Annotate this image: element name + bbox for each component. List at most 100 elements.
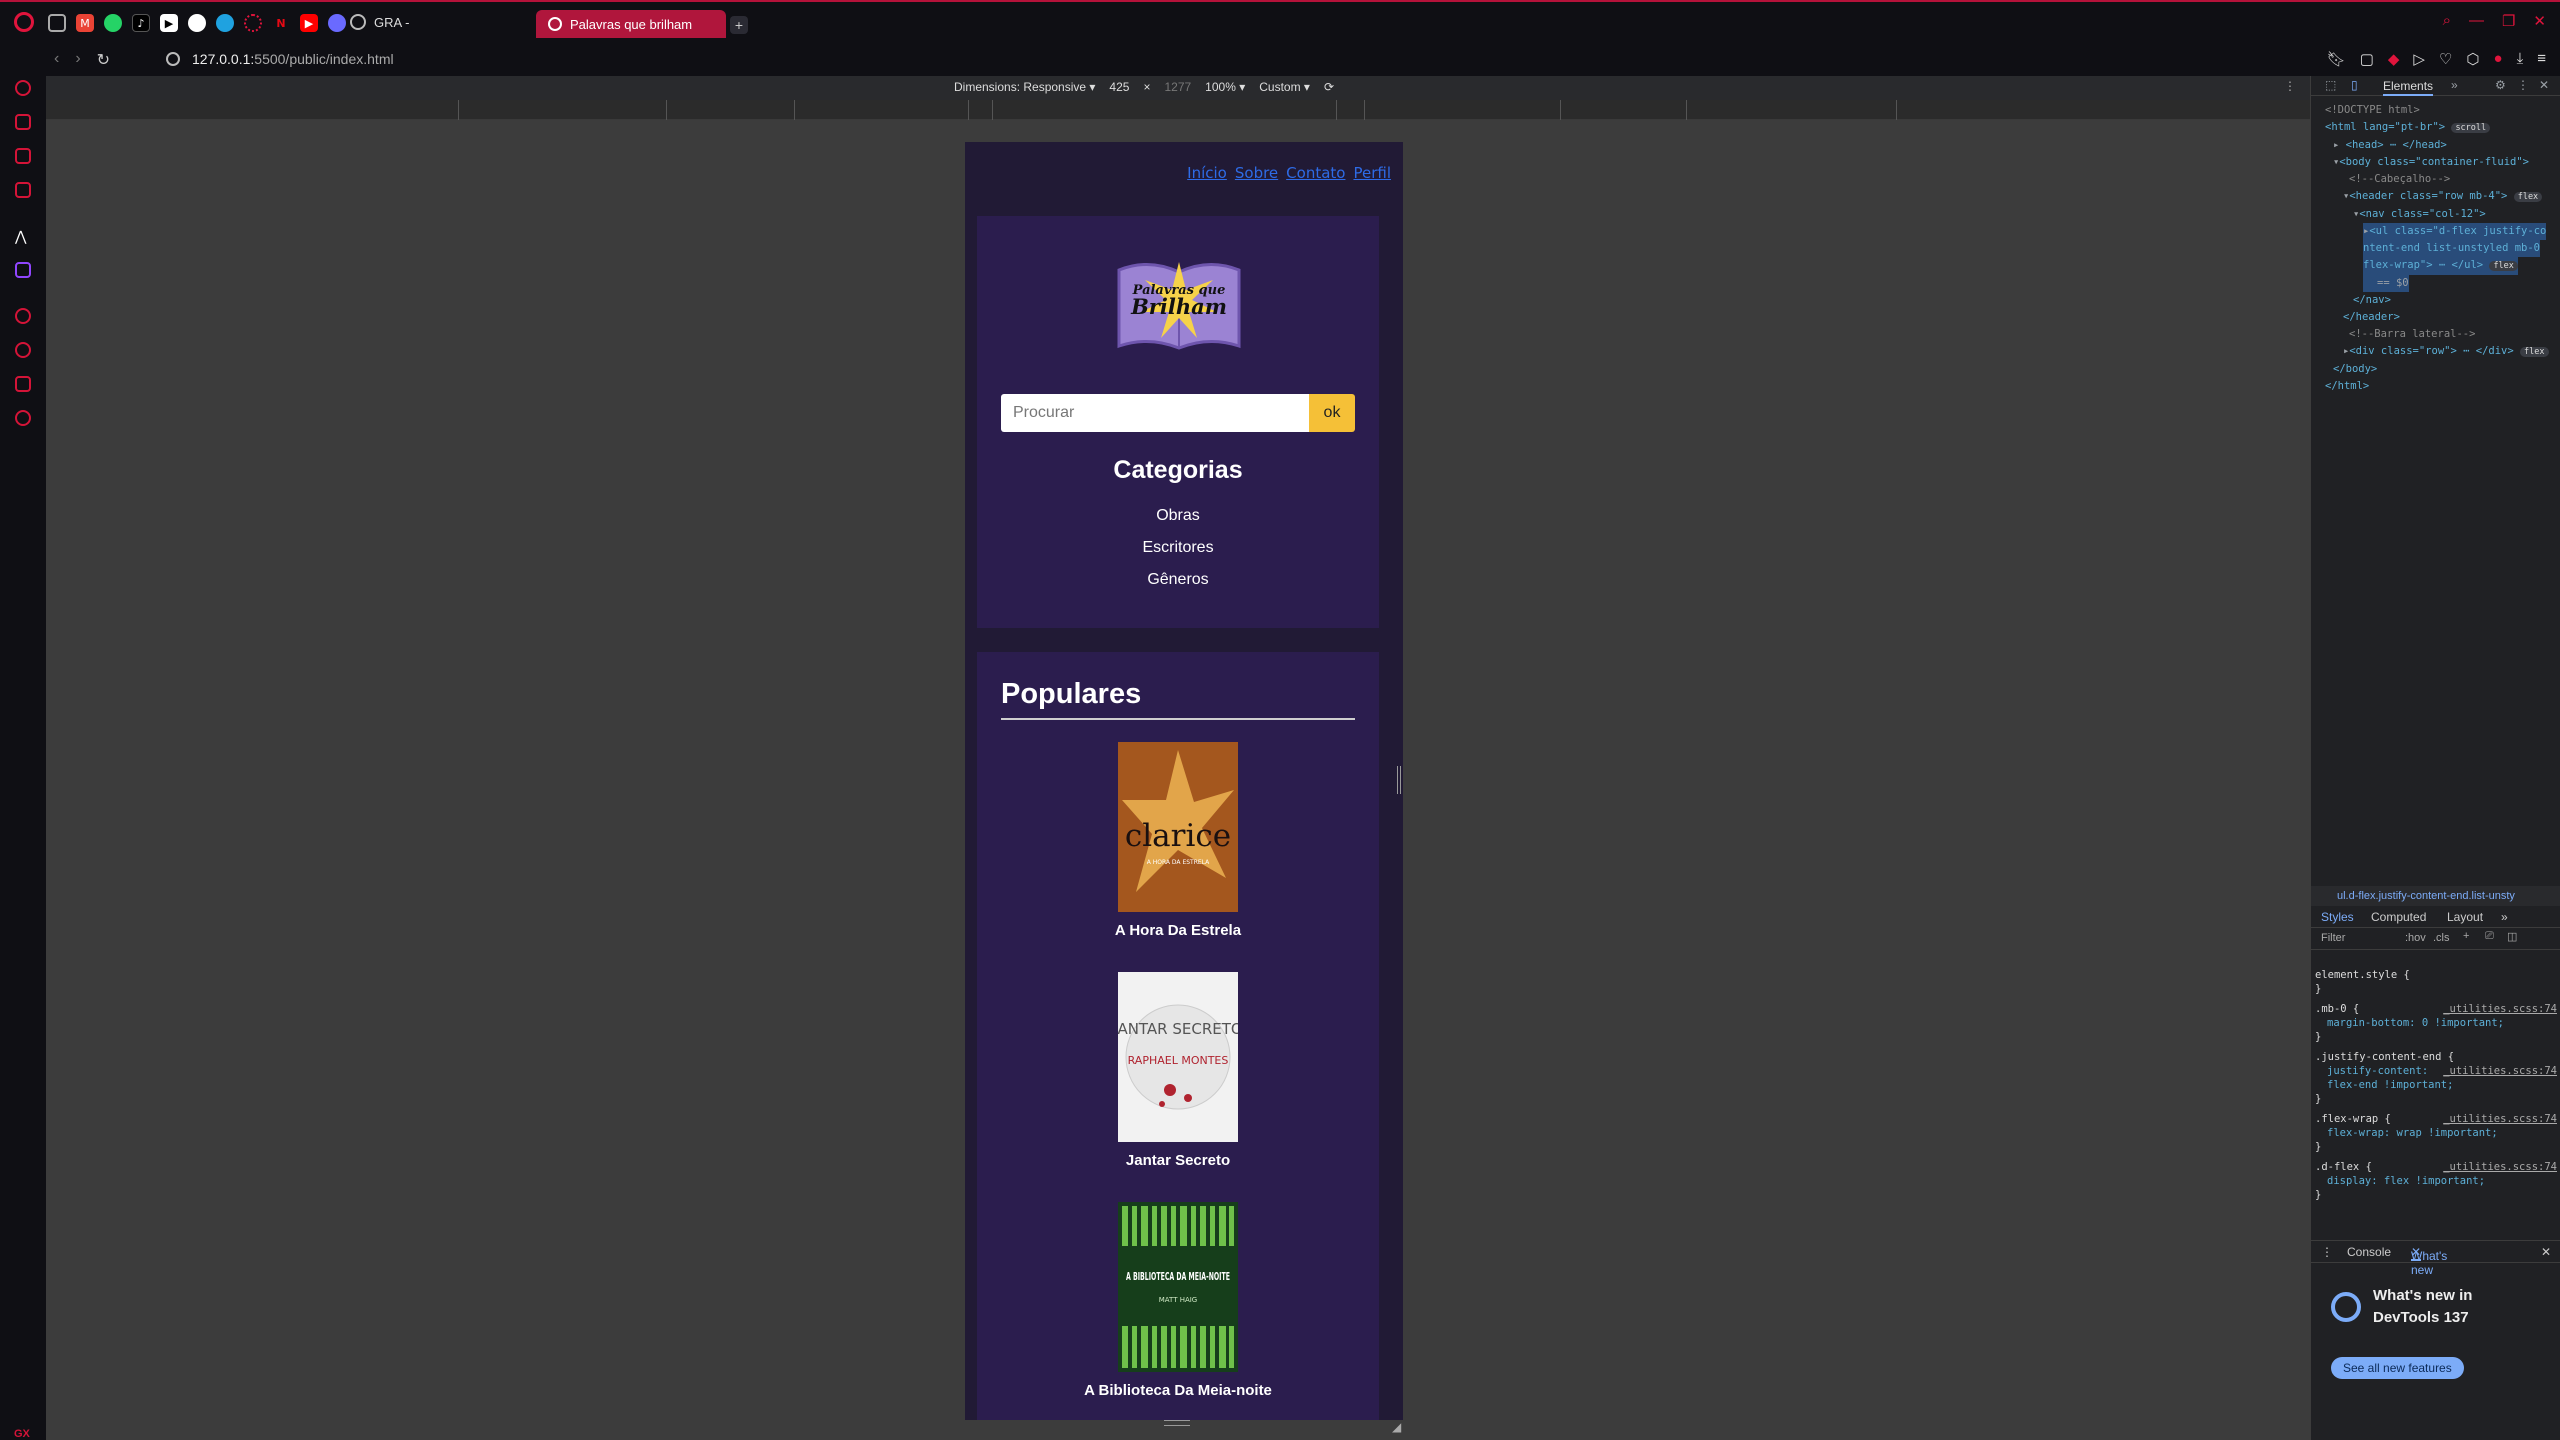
css-rule[interactable]: .mb-0 {_utilities.scss:74 margin-bottom:… (2315, 1002, 2557, 1044)
css-rule[interactable]: .flex-wrap {_utilities.scss:74 flex-wrap… (2315, 1112, 2557, 1154)
settings-icon[interactable] (15, 410, 31, 426)
settings-gear-icon[interactable]: ⚙ (2495, 78, 2506, 92)
more-tabs-icon[interactable]: » (2451, 78, 2458, 92)
book-item[interactable]: A BIBLIOTECA DA MEIA-NOITE MATT HAIG A B… (977, 1202, 1379, 1399)
rotate-icon[interactable]: ⟳ (1324, 80, 1334, 94)
css-rule[interactable]: .d-flex {_utilities.scss:74 display: fle… (2315, 1160, 2557, 1202)
whatsapp-icon[interactable] (104, 14, 122, 32)
kebab-icon[interactable]: ⋮ (2517, 78, 2529, 92)
history-icon[interactable] (15, 342, 31, 358)
category-generos[interactable]: Gêneros (977, 564, 1379, 596)
nav-link-perfil[interactable]: Perfil (1353, 164, 1391, 182)
book-cover-image[interactable]: A BIBLIOTECA DA MEIA-NOITE MATT HAIG (1118, 1202, 1238, 1372)
dom-nav-close[interactable]: </nav> (2325, 292, 2560, 309)
dom-html[interactable]: <html lang="pt-br"> scroll (2325, 119, 2560, 137)
tab-styles[interactable]: Styles (2321, 910, 2354, 924)
dom-head[interactable]: ▸ <head> ⋯ </head> (2325, 137, 2560, 154)
wallet-icon[interactable] (15, 148, 31, 164)
gx-logo-icon[interactable]: GX (14, 1428, 30, 1440)
book-title[interactable]: A Biblioteca Da Meia-noite (977, 1382, 1379, 1399)
dom-nav[interactable]: ▾<nav class="col-12"> (2325, 206, 2560, 223)
see-all-features-button[interactable]: See all new features (2331, 1357, 2464, 1379)
dom-breadcrumb[interactable]: ul.d-flex.justify-content-end.list-unsty (2311, 886, 2560, 906)
dom-doctype[interactable]: <!DOCTYPE html> (2325, 102, 2560, 119)
close-icon[interactable]: ✕ (2533, 12, 2546, 30)
tab-active[interactable]: Palavras que brilham (536, 10, 726, 38)
drawer-kebab-icon[interactable]: ⋮ (2321, 1245, 2333, 1259)
viewport-corner-handle[interactable]: ◢ (1392, 1420, 1401, 1434)
dom-body-close[interactable]: </body> (2325, 361, 2560, 378)
download-icon[interactable]: ⤓ (2517, 50, 2524, 68)
add-rule-icon[interactable]: + (2463, 930, 2469, 942)
shield-icon[interactable]: ◆ (2388, 50, 2400, 68)
site-info-icon[interactable] (166, 52, 180, 66)
css-rule[interactable]: element.style { } (2315, 968, 2557, 996)
nav-link-sobre[interactable]: Sobre (1235, 164, 1278, 182)
more-panes-icon[interactable]: » (2501, 910, 2508, 924)
mail-sidebar-icon[interactable] (15, 182, 31, 198)
cls-toggle[interactable]: .cls (2433, 932, 2450, 944)
new-tab-button[interactable]: + (730, 16, 748, 34)
player-sidebar-icon[interactable] (15, 308, 31, 324)
extensions-sidebar-icon[interactable] (15, 376, 31, 392)
nav-link-inicio[interactable]: Início (1187, 164, 1227, 182)
forward-icon[interactable]: › (75, 50, 80, 70)
mail-icon[interactable] (48, 14, 66, 32)
player-icon[interactable]: ▶ (160, 14, 178, 32)
media-query-bar[interactable] (46, 100, 2310, 120)
tab-console[interactable]: Console (2347, 1245, 2391, 1259)
opera-logo-icon[interactable] (14, 12, 34, 32)
search-icon[interactable]: ⌕ (2443, 12, 2451, 30)
device-mode-icon[interactable]: ▯ (2351, 78, 2358, 92)
netflix-icon[interactable]: N (272, 14, 290, 32)
extension-icon[interactable] (244, 14, 262, 32)
filter-input[interactable]: Filter (2321, 932, 2345, 944)
dom-header-close[interactable]: </header> (2325, 309, 2560, 326)
aria-icon[interactable] (15, 80, 31, 96)
book-item[interactable]: clarice A HORA DA ESTRELA A Hora Da Estr… (977, 742, 1379, 939)
viewport-bottom-handle[interactable] (1164, 1420, 1190, 1426)
maximize-icon[interactable]: ❐ (2502, 12, 2515, 30)
zoom-select[interactable]: 100% ▾ (1205, 80, 1245, 94)
sidebar-toggle-icon[interactable]: ◫ (2507, 930, 2517, 943)
inspect-icon[interactable]: ⬚ (2325, 78, 2336, 92)
more-options-icon[interactable]: ⋮ (2284, 79, 2296, 93)
dom-ul-selected[interactable]: ▸<ul class="d-flex justify-co ntent-end … (2325, 223, 2560, 292)
bookmark-icon[interactable]: 🔖︎ (2327, 50, 2346, 68)
cube-icon[interactable]: ⬡ (2466, 50, 2479, 68)
music-icon[interactable] (15, 114, 31, 130)
book-title[interactable]: A Hora Da Estrela (977, 922, 1379, 939)
menu-icon[interactable]: ≡ (2537, 50, 2546, 68)
css-rule[interactable]: .justify-content-end {_utilities.scss:74… (2315, 1050, 2557, 1106)
height-input[interactable]: 1277 (1164, 80, 1191, 94)
scroll-badge[interactable]: scroll (2451, 123, 2491, 133)
hov-toggle[interactable]: :hov (2405, 932, 2426, 944)
app-icon[interactable] (328, 14, 346, 32)
viewport-resize-handle[interactable] (1397, 766, 1401, 794)
close-devtools-icon[interactable]: ✕ (2539, 78, 2549, 92)
close-drawer-icon[interactable]: ✕ (2541, 1245, 2551, 1259)
github-icon[interactable] (188, 14, 206, 32)
cloud-icon[interactable] (216, 14, 234, 32)
dom-comment-header[interactable]: <!--Cabeçalho--> (2325, 171, 2560, 188)
dom-div-row[interactable]: ▸<div class="row"> ⋯ </div> flex (2325, 343, 2560, 361)
dom-html-close[interactable]: </html> (2325, 378, 2560, 395)
heart-icon[interactable]: ♡ (2439, 50, 2452, 68)
dom-body[interactable]: ▾<body class="container-fluid"> (2325, 154, 2560, 171)
gmail-icon[interactable]: M (76, 14, 94, 32)
tiktok-icon[interactable]: ♪ (132, 14, 150, 32)
tab-elements[interactable]: Elements (2383, 79, 2434, 96)
play-icon[interactable]: ▷ (2413, 50, 2425, 68)
minimize-icon[interactable]: — (2469, 12, 2484, 30)
snapshot-icon[interactable]: ▢ (2360, 50, 2374, 68)
book-cover-image[interactable]: JANTAR SECRETO RAPHAEL MONTES (1118, 972, 1238, 1142)
back-icon[interactable]: ‹ (54, 50, 59, 70)
width-input[interactable]: 425 (1109, 80, 1129, 94)
search-input[interactable]: Procurar (1001, 394, 1309, 432)
tab-layout[interactable]: Layout (2447, 910, 2483, 924)
search-button[interactable]: ok (1309, 394, 1355, 432)
arrow-icon[interactable]: ⋀ (15, 228, 31, 244)
category-escritores[interactable]: Escritores (977, 532, 1379, 564)
twitch-icon[interactable] (15, 262, 31, 278)
book-item[interactable]: JANTAR SECRETO RAPHAEL MONTES Jantar Sec… (977, 972, 1379, 1169)
